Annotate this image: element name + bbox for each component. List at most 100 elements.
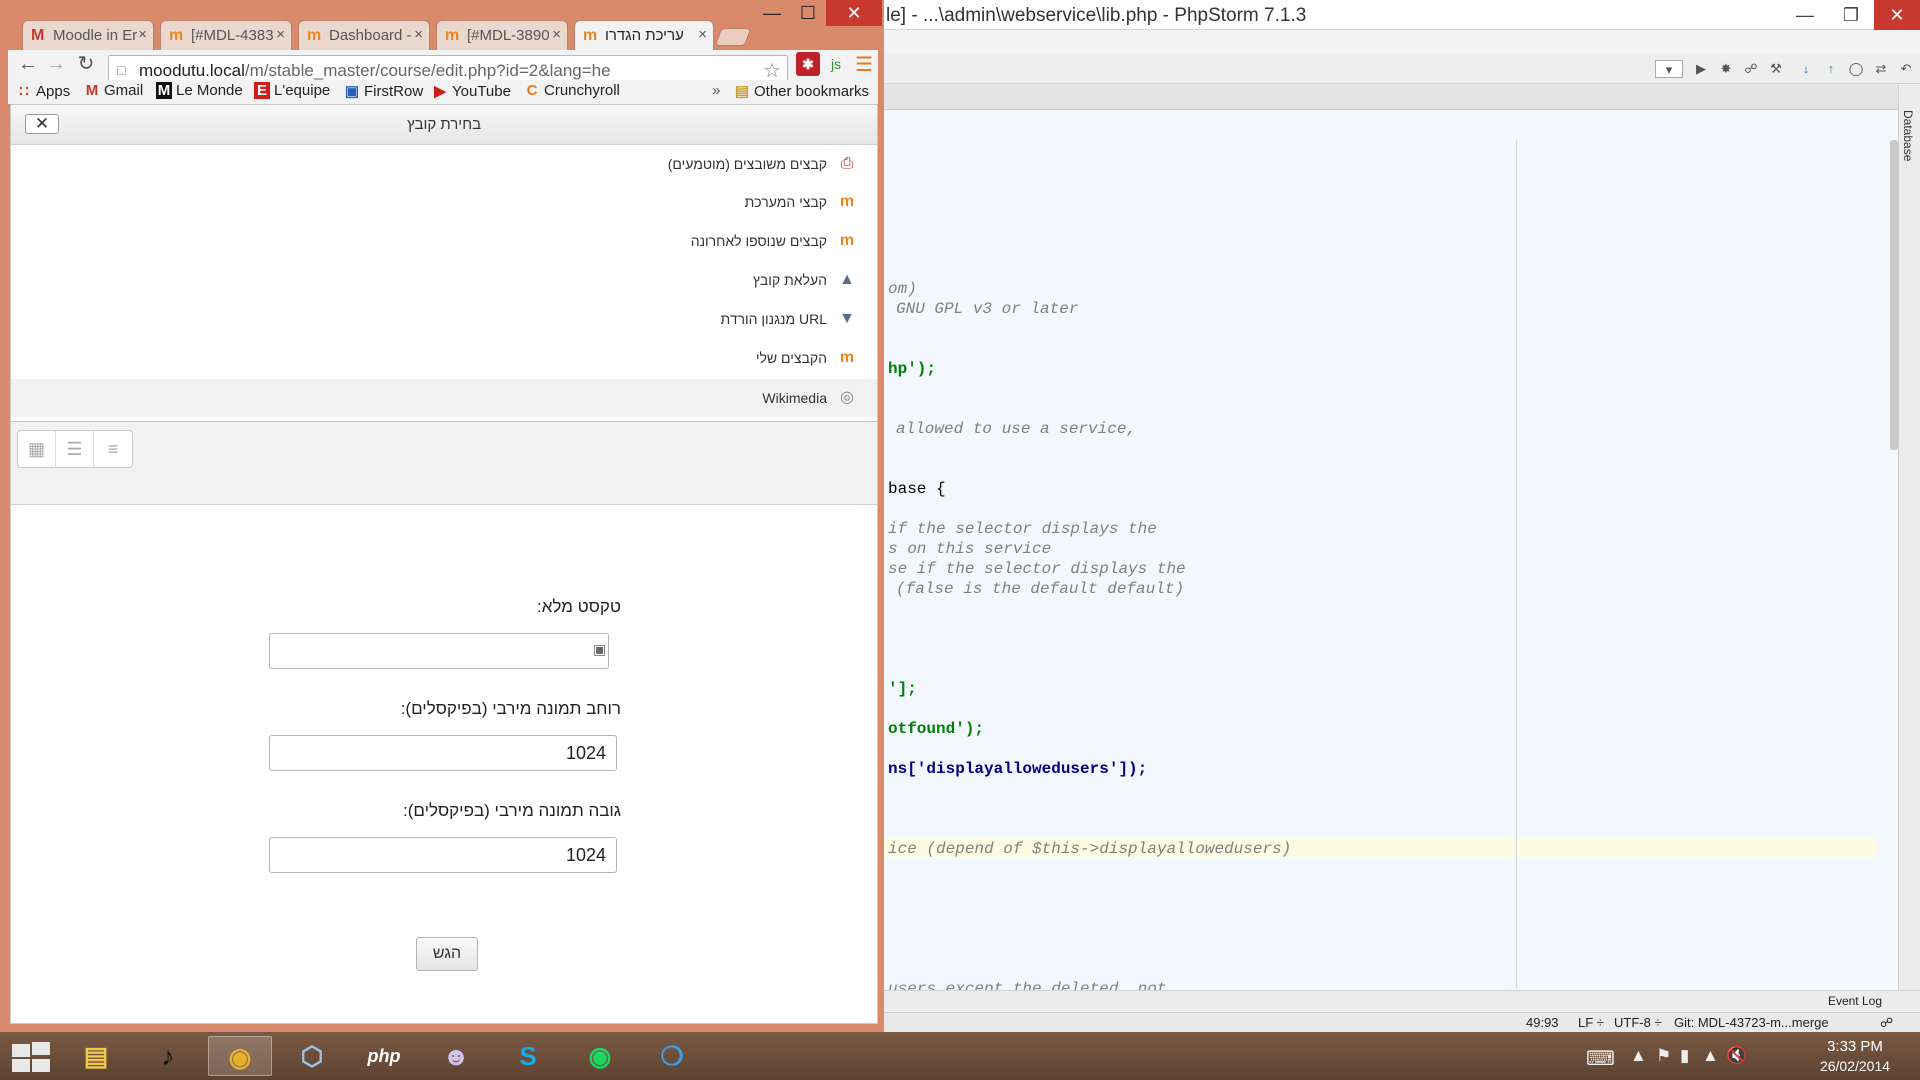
phpstorm-icon[interactable]: php	[352, 1036, 416, 1076]
vcs-history-icon[interactable]: ◯	[1847, 60, 1865, 78]
search-icon[interactable]	[1900, 60, 1918, 78]
close-icon[interactable]: ×	[698, 26, 707, 43]
tab-title: Dashboard -	[329, 27, 412, 44]
vcs-compare-icon[interactable]: ⇄	[1872, 60, 1890, 78]
bookmark-le-monde[interactable]: M Le Monde	[156, 82, 243, 99]
code-line: users except the deleted, not	[888, 980, 1167, 990]
browser-tab[interactable]: m [#MDL-3890 ×	[436, 20, 568, 50]
repository-item-embedded-files[interactable]: ⎙ קבצים משובצים (מוטמעים)	[11, 145, 877, 183]
spotify-icon[interactable]: ◉	[568, 1036, 632, 1076]
run-icon[interactable]: ▶	[1692, 60, 1710, 78]
bookmark-youtube[interactable]: ▶ YouTube	[432, 82, 511, 100]
repository-item-wikimedia[interactable]: ◎ Wikimedia	[11, 379, 877, 417]
close-icon[interactable]: ✕	[826, 0, 882, 26]
code-line: otfound');	[888, 720, 985, 738]
bookmark-gmail[interactable]: M Gmail	[84, 82, 143, 99]
clock-date[interactable]: 26/02/2014	[1810, 1058, 1900, 1074]
event-log-button[interactable]: Event Log	[1828, 994, 1882, 1008]
browser-tab[interactable]: m Dashboard - ×	[298, 20, 430, 50]
close-icon[interactable]: ×	[414, 26, 423, 43]
list-view-icon[interactable]: ☰	[56, 431, 94, 467]
listen-icon[interactable]: ☍	[1742, 60, 1760, 78]
minimize-icon[interactable]: —	[1782, 0, 1828, 30]
line-separator[interactable]: LF ÷	[1578, 1015, 1604, 1030]
repository-item-url-downloader[interactable]: ▼ URL מנגנון הורדת	[11, 300, 877, 338]
chrome-icon[interactable]: ◉	[208, 1036, 272, 1076]
volume-muted-icon[interactable]: 🔇	[1726, 1046, 1747, 1066]
new-tab-button[interactable]	[714, 28, 752, 46]
database-tool-tab[interactable]: Database	[1901, 110, 1915, 161]
crunchyroll-icon: C	[526, 82, 538, 99]
browser-tab[interactable]: M Moodle in Er ×	[22, 20, 154, 50]
repository-item-system-files[interactable]: m קבצי המערכת	[11, 183, 877, 221]
maximize-icon[interactable]: ❐	[1828, 0, 1874, 30]
other-bookmarks-folder[interactable]: ▤ Other bookmarks	[734, 82, 869, 100]
close-dialog-button[interactable]: ✕	[25, 114, 59, 134]
keyboard-icon[interactable]: ⌨	[1586, 1046, 1615, 1071]
maximize-icon[interactable]: ☐	[788, 0, 828, 26]
run-config-dropdown[interactable]: ▾	[1655, 60, 1683, 78]
coverage-icon[interactable]: ⚒	[1767, 60, 1785, 78]
skype-icon[interactable]: S	[496, 1036, 560, 1076]
url-text[interactable]: moodutu.local/m/stable_master/course/edi…	[139, 61, 611, 81]
file-encoding[interactable]: UTF-8 ÷	[1614, 1015, 1662, 1030]
code-line: om)	[888, 280, 917, 298]
repository-item-upload[interactable]: ▲ העלאת קובץ	[11, 261, 877, 299]
music-player-icon[interactable]: ♪	[136, 1036, 200, 1076]
debug-icon[interactable]: ✸	[1717, 60, 1735, 78]
js-extension-icon[interactable]: js	[824, 52, 848, 76]
minimize-icon[interactable]: —	[752, 0, 792, 26]
lock-icon[interactable]: ☍	[1880, 1015, 1893, 1031]
max-height-input[interactable]	[269, 837, 617, 873]
gmail-icon: M	[85, 82, 99, 99]
network-signal-icon[interactable]: ▲	[1702, 1046, 1719, 1066]
code-line: allowed to use a service,	[896, 420, 1137, 438]
icon-view-icon[interactable]: ▦	[18, 431, 56, 467]
battery-icon[interactable]: ▮	[1680, 1046, 1689, 1066]
start-button[interactable]	[10, 1042, 50, 1072]
ide-window-title: le] - ...\admin\webservice\lib.php - Php…	[886, 5, 1307, 26]
max-width-input[interactable]	[269, 735, 617, 771]
alt-text-label: טקסט מלא:	[536, 597, 621, 616]
chrome-menu-icon[interactable]: ☰	[855, 52, 873, 77]
bookmark-firstrow[interactable]: ▣ FirstRow	[344, 82, 423, 100]
close-icon[interactable]: ×	[276, 26, 285, 43]
vcs-branch[interactable]: Git: MDL-43723-m...merge	[1674, 1015, 1829, 1030]
file-explorer-icon[interactable]: ▤	[64, 1036, 128, 1076]
browser-tab-active[interactable]: m עריכת הגדרו ×	[574, 20, 714, 50]
repository-item-private-files[interactable]: m הקבצים שלי	[11, 339, 877, 377]
tree-view-icon[interactable]: ≡	[94, 431, 132, 467]
clock-time[interactable]: 3:33 PM	[1810, 1038, 1900, 1055]
moodle-icon: m	[445, 27, 460, 44]
vcs-update-icon[interactable]: ↓	[1797, 60, 1815, 78]
reload-icon[interactable]: ↻	[74, 52, 98, 76]
moodle-icon: m	[839, 232, 855, 249]
le-monde-icon: M	[156, 82, 172, 99]
file-picker-dialog: בחירת קובץ ✕ ⎙ קבצים משובצים (מוטמעים) m…	[10, 104, 878, 1024]
bookmark-lequipe[interactable]: E L'equipe	[254, 82, 330, 99]
pidgin-icon[interactable]: ☻	[424, 1036, 488, 1076]
forward-arrow-icon[interactable]: →	[44, 52, 68, 76]
extension-icon[interactable]: ✱	[796, 52, 820, 76]
bookmarks-overflow-chevron[interactable]: »	[712, 82, 720, 99]
ide-editor-tabs	[880, 84, 1898, 110]
app-icon[interactable]: ❍	[640, 1036, 704, 1076]
show-hidden-icons-chevron[interactable]: ▲	[1630, 1046, 1647, 1066]
action-center-flag-icon[interactable]: ⚑	[1656, 1046, 1671, 1066]
windows-taskbar: ▤ ♪ ◉ ⬡ php ☻ S ◉ ❍ ⌨ ▲ ⚑ ▮ ▲ 🔇 3:33 PM …	[0, 1032, 1920, 1080]
submit-button[interactable]: הגש	[416, 937, 478, 971]
right-margin-guide	[1516, 140, 1517, 988]
vcs-commit-icon[interactable]: ↑	[1822, 60, 1840, 78]
bookmark-crunchyroll[interactable]: C Crunchyroll	[524, 82, 620, 99]
back-arrow-icon[interactable]: ←	[16, 52, 40, 76]
caret-position[interactable]: 49:93	[1526, 1015, 1559, 1030]
repository-item-recent-files[interactable]: m קבצים שנוספו לאחרונה	[11, 222, 877, 260]
browser-tab[interactable]: m [#MDL-4383 ×	[160, 20, 292, 50]
virtualbox-icon[interactable]: ⬡	[280, 1036, 344, 1076]
bookmark-apps[interactable]: ∷ Apps	[16, 82, 70, 100]
editor-scrollbar[interactable]	[1890, 140, 1898, 450]
close-icon[interactable]: ✕	[1874, 0, 1920, 30]
search-text-input[interactable]	[269, 633, 609, 669]
close-icon[interactable]: ×	[138, 26, 147, 43]
close-icon[interactable]: ×	[552, 26, 561, 43]
